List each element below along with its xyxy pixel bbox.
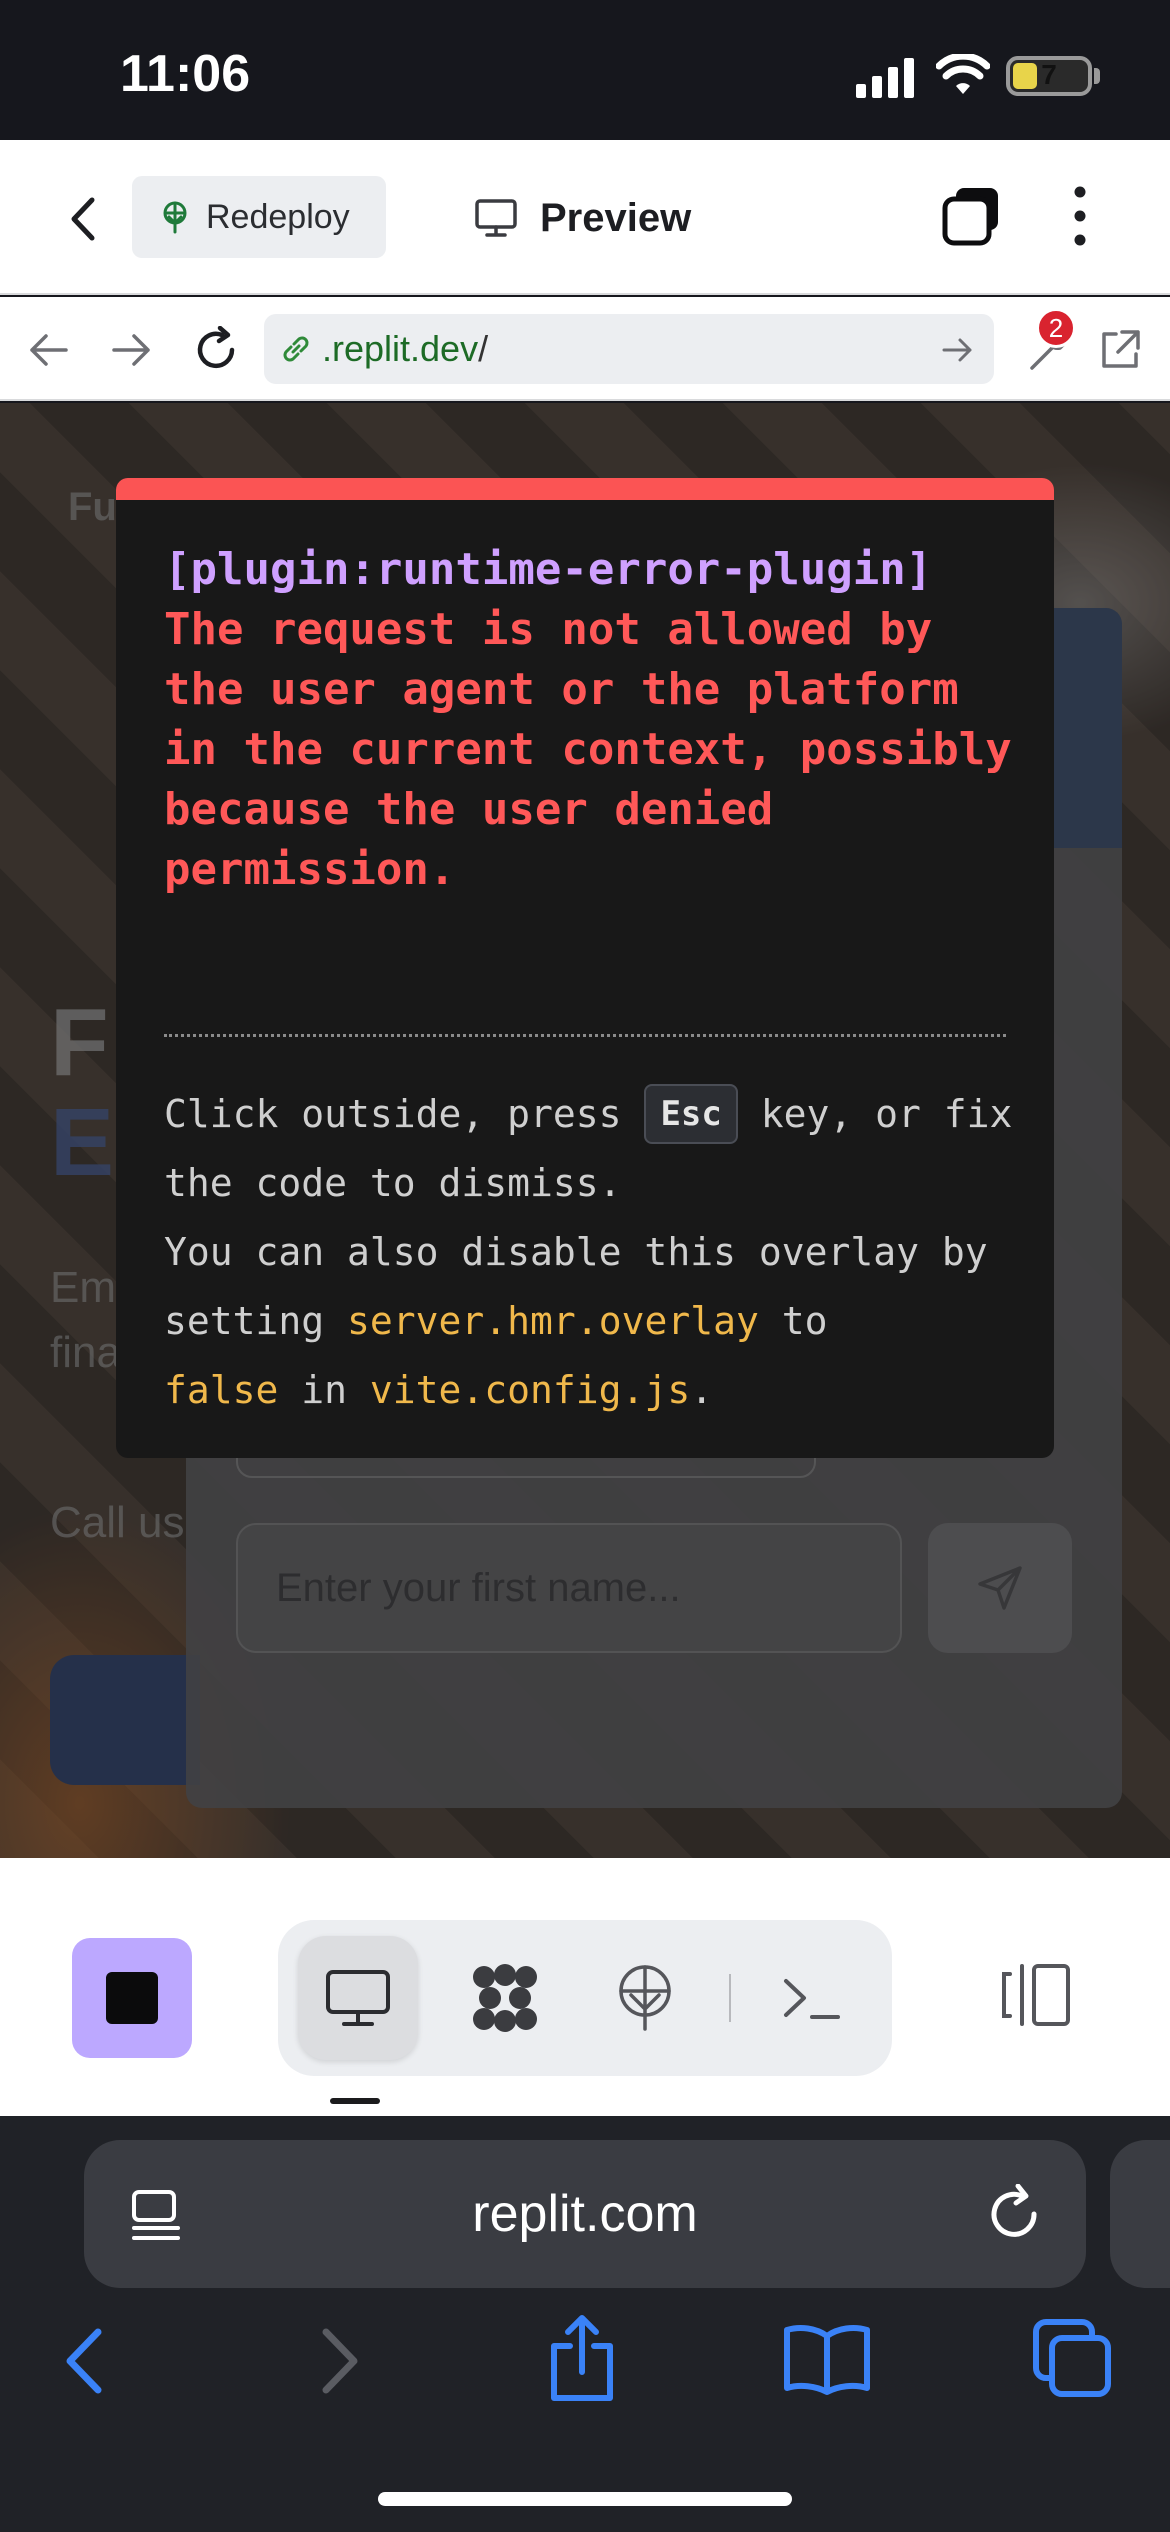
agent-icon [473, 1964, 537, 2032]
preview-label: Preview [540, 195, 692, 240]
safari-address-bar[interactable]: replit.com [84, 2140, 1086, 2288]
error-tip: Click outside, press Esc key, or fix the… [164, 1080, 1024, 1425]
tool-shell-button[interactable] [756, 1936, 866, 2060]
preview-tool-icon [326, 1970, 390, 2026]
battery-level: 7 [1041, 59, 1057, 90]
arrow-right-icon[interactable] [110, 330, 154, 370]
tip-text: . [690, 1368, 714, 1412]
safari-reload-icon[interactable] [984, 2184, 1044, 2244]
bookmarks-icon[interactable] [782, 2322, 872, 2396]
go-icon[interactable] [940, 334, 976, 366]
tip-text: Click outside, press [164, 1092, 645, 1136]
stop-button[interactable] [72, 1938, 192, 2058]
safari-domain: replit.com [472, 2185, 698, 2243]
tip-code: false [164, 1368, 279, 1412]
url-path: / [478, 328, 489, 369]
preview-tab[interactable]: Preview [474, 186, 691, 250]
battery-indicator: 7 [1006, 56, 1092, 96]
deploy-icon [619, 1965, 671, 2031]
vite-error-overlay[interactable]: [plugin:runtime-error-plugin] The reques… [116, 478, 1054, 1458]
next-tab-peek[interactable] [1110, 2140, 1170, 2288]
error-text: The request is not allowed by the user a… [164, 604, 1039, 895]
tool-agent-button[interactable] [450, 1936, 560, 2060]
redeploy-icon [163, 201, 187, 234]
tip-text: to [758, 1299, 828, 1343]
tip-code: server.hmr.overlay [347, 1299, 759, 1343]
safari-back-icon[interactable] [62, 2326, 106, 2396]
url-host: .replit.dev [322, 328, 479, 369]
battery-tip [1094, 68, 1100, 84]
home-indicator [378, 2492, 792, 2506]
shell-icon [784, 1979, 840, 2019]
status-time: 11:06 [120, 45, 251, 103]
devtools-error-badge: 2 [1036, 308, 1076, 348]
tip-code: vite.config.js [369, 1368, 691, 1412]
url-input[interactable]: .replit.dev/ [264, 314, 994, 384]
error-divider [164, 1034, 1006, 1037]
cellular-signal-icon [856, 58, 914, 98]
tabs-icon[interactable] [1032, 2318, 1114, 2400]
monitor-icon [475, 199, 517, 237]
error-plugin-id: [plugin:runtime-error-plugin] [164, 544, 933, 595]
tool-separator [729, 1974, 731, 2022]
share-icon[interactable] [546, 2312, 618, 2404]
tool-switcher [278, 1920, 892, 2076]
tabs-stack-icon[interactable] [940, 184, 1004, 248]
panels-icon[interactable] [1000, 1960, 1074, 2030]
back-icon[interactable] [64, 194, 104, 244]
tool-deploy-button[interactable] [590, 1936, 700, 2060]
tool-preview-button[interactable] [298, 1936, 418, 2060]
esc-key: Esc [644, 1084, 738, 1144]
arrow-left-icon[interactable] [26, 330, 70, 370]
more-icon[interactable] [1070, 184, 1090, 248]
redeploy-button[interactable]: Redeploy [132, 176, 386, 258]
external-link-icon[interactable] [1096, 326, 1144, 374]
stop-icon [106, 1972, 158, 2024]
wifi-icon [936, 54, 990, 94]
error-message: [plugin:runtime-error-plugin] The reques… [164, 540, 1024, 900]
redeploy-label: Redeploy [206, 197, 350, 236]
link-icon [283, 336, 309, 362]
url-text: .replit.dev/ [322, 328, 488, 370]
sheet-handle [330, 2098, 380, 2104]
safari-forward-icon[interactable] [318, 2326, 362, 2396]
tip-text: in [278, 1368, 370, 1412]
reload-icon[interactable] [192, 326, 240, 374]
